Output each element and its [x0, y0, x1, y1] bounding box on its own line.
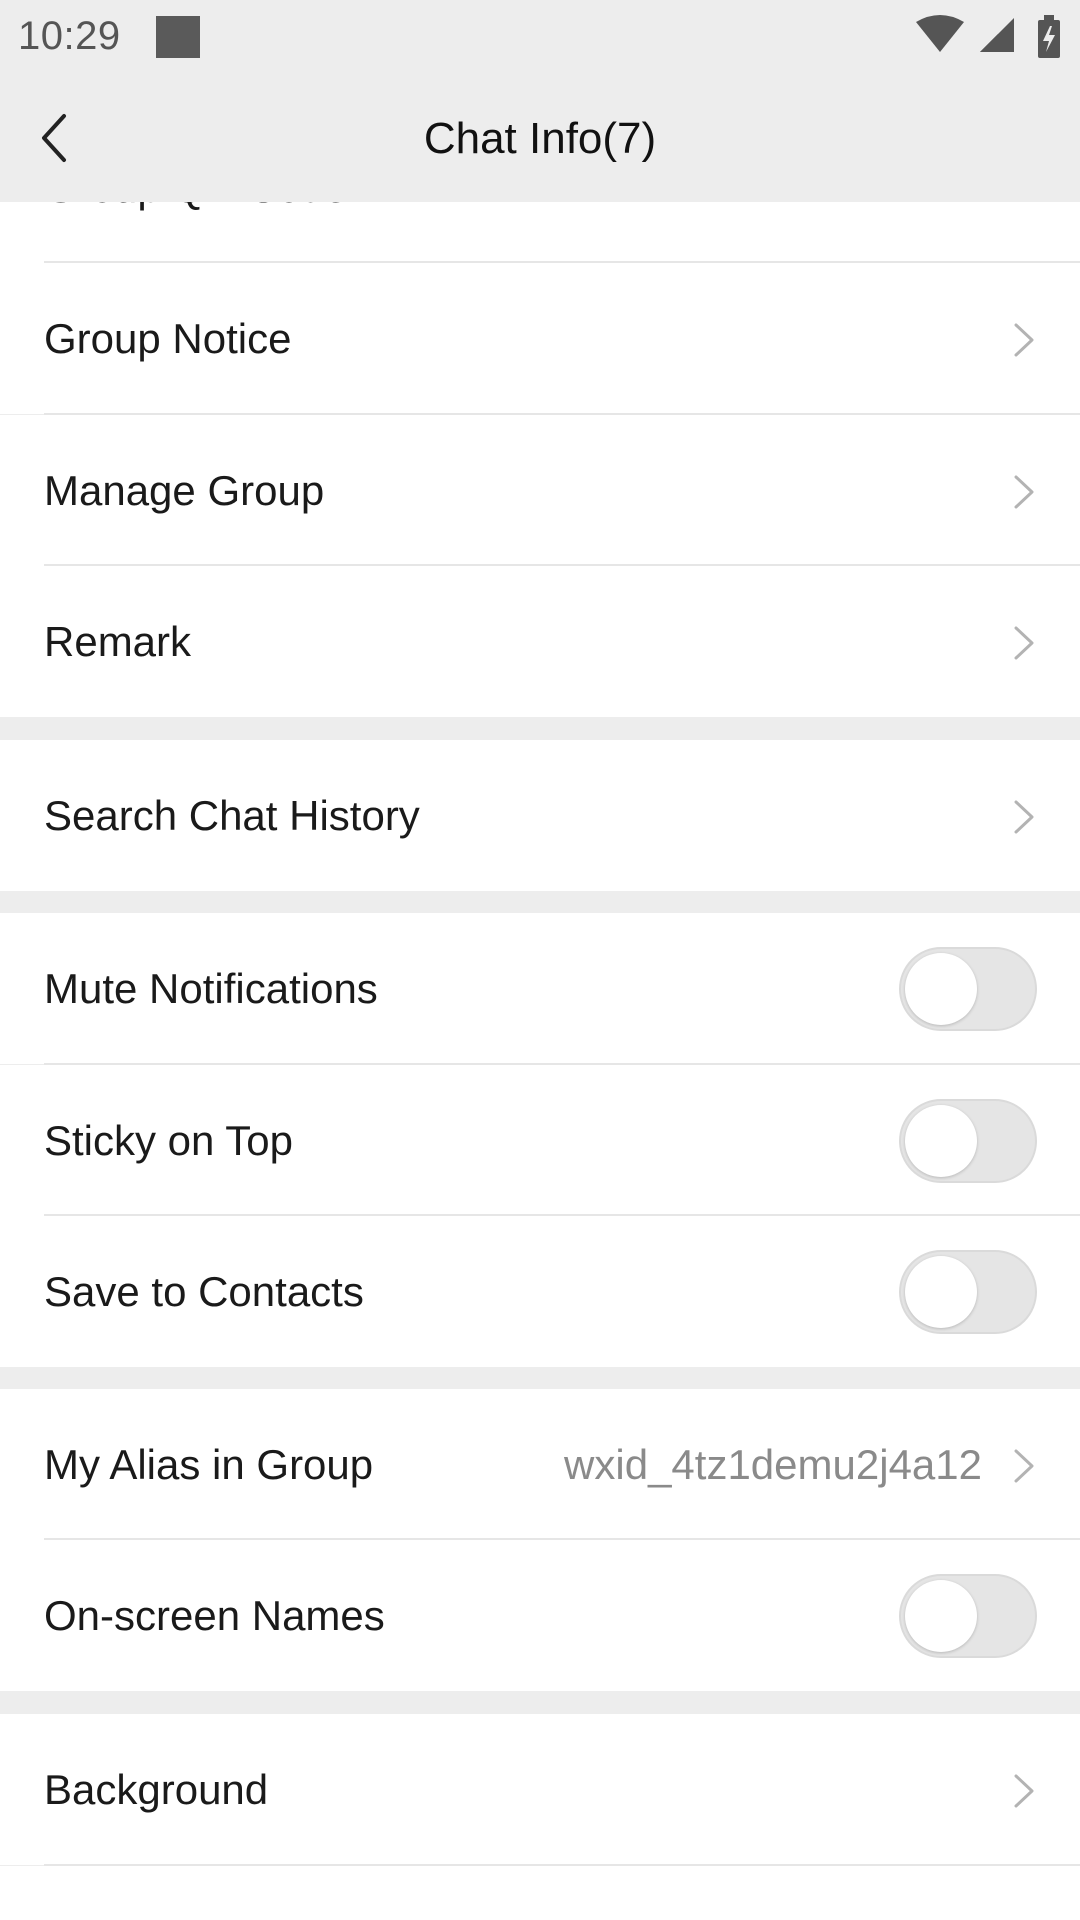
row-label: Sticky on Top: [44, 1117, 294, 1164]
row-manage-group[interactable]: Manage Group: [0, 415, 1080, 566]
row-label: Save to Contacts: [44, 1268, 364, 1315]
chevron-right-icon: [1014, 800, 1034, 834]
row-group-qr-code[interactable]: Group QR Code: [0, 202, 1080, 275]
row-label: Group Notice: [44, 315, 292, 362]
sticky-on-top-toggle[interactable]: [899, 1099, 1037, 1183]
toggle-knob: [905, 1105, 977, 1177]
battery-icon: [1038, 15, 1060, 58]
row-my-alias-in-group[interactable]: My Alias in Group wxid_4tz1demu2j4a12: [0, 1389, 1080, 1540]
row-next-partial: [0, 1866, 1080, 1920]
row-label: Background: [44, 1766, 269, 1813]
row-label: Mute Notifications: [44, 965, 378, 1012]
row-label: Search Chat History: [44, 792, 420, 839]
chevron-right-icon: [1014, 1449, 1034, 1483]
row-label: On-screen Names: [44, 1592, 385, 1639]
alias-value: wxid_4tz1demu2j4a12: [564, 1441, 982, 1488]
app-bar: Chat Info(7): [0, 76, 1080, 202]
toggle-knob: [905, 1256, 977, 1328]
status-bar: 10:29: [0, 0, 1080, 76]
row-on-screen-names: On-screen Names: [0, 1540, 1080, 1691]
row-mute-notifications: Mute Notifications: [0, 913, 1080, 1064]
notification-icon: [156, 16, 200, 58]
chevron-right-icon: [1014, 626, 1034, 660]
page-title: Chat Info(7): [423, 114, 657, 163]
chevron-right-icon: [1014, 1774, 1034, 1808]
row-label: Manage Group: [44, 467, 325, 514]
toggle-knob: [905, 953, 977, 1025]
row-sticky-on-top: Sticky on Top: [0, 1065, 1080, 1216]
row-save-to-contacts: Save to Contacts: [0, 1216, 1080, 1367]
settings-list: Group QR Code Group Notice Manage Group …: [0, 202, 1080, 1920]
row-background[interactable]: Background: [0, 1714, 1080, 1865]
row-label: My Alias in Group: [44, 1441, 374, 1488]
row-group-notice[interactable]: Group Notice: [0, 263, 1080, 414]
status-time: 10:29: [18, 14, 121, 58]
toggle-knob: [905, 1580, 977, 1652]
mute-notifications-toggle[interactable]: [899, 947, 1037, 1031]
row-remark[interactable]: Remark: [0, 566, 1080, 717]
chevron-right-icon: [1014, 475, 1034, 509]
chevron-right-icon: [1014, 323, 1034, 357]
on-screen-names-toggle[interactable]: [899, 1574, 1037, 1658]
save-to-contacts-toggle[interactable]: [899, 1250, 1037, 1334]
wifi-icon: [916, 15, 964, 52]
row-label: Remark: [44, 618, 192, 665]
row-label: Group QR Code: [44, 202, 347, 263]
row-search-chat-history[interactable]: Search Chat History: [0, 740, 1080, 891]
signal-icon: [980, 18, 1014, 52]
status-icons: [916, 15, 1060, 58]
